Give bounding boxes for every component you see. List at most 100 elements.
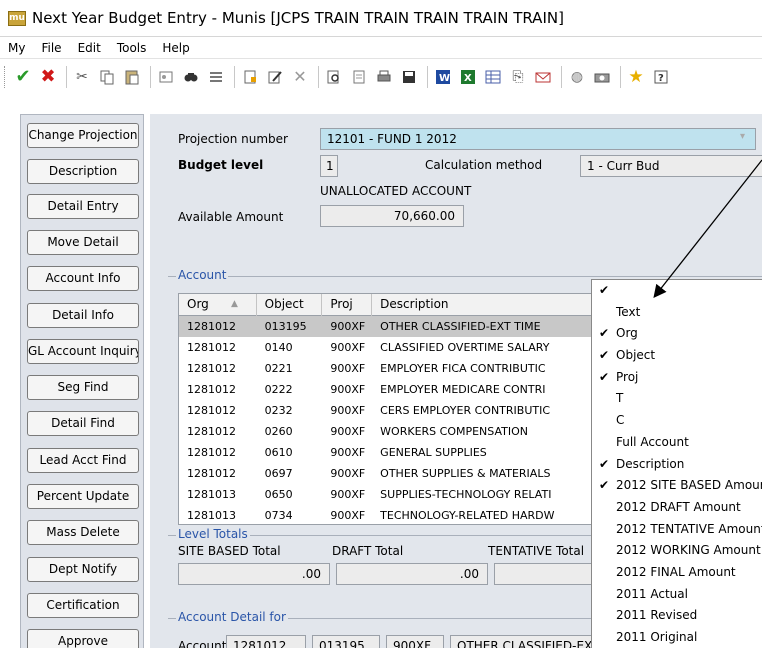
menu-my[interactable]: My	[0, 41, 33, 55]
menu-tools[interactable]: Tools	[109, 41, 155, 55]
calculation-method-select[interactable]: 1 - Curr Bud	[580, 155, 762, 177]
cell-object: 0650	[264, 488, 293, 501]
munis-app-icon: mu	[8, 10, 26, 26]
menu-item-2012-draft-amount[interactable]: 2012 DRAFT Amount	[592, 497, 762, 519]
menu-edit[interactable]: Edit	[70, 41, 109, 55]
account-detail-label: Account	[178, 639, 227, 648]
menu-item-blank[interactable]: ✔	[592, 280, 762, 302]
table-row[interactable]: 1281012 0140 900XF CLASSIFIED OVERTIME S…	[179, 337, 617, 358]
detail-find-button[interactable]: Detail Find	[27, 411, 139, 436]
draft-total-label: DRAFT Total	[332, 544, 404, 558]
projection-number-field[interactable]: 12101 - FUND 1 2012	[320, 128, 756, 150]
tag-icon[interactable]	[155, 66, 177, 88]
menu-item-org[interactable]: ✔ Org	[592, 323, 762, 345]
table-row[interactable]: 1281013 0650 900XF SUPPLIES-TECHNOLOGY R…	[179, 484, 617, 505]
dept-notify-button[interactable]: Dept Notify	[27, 557, 139, 582]
grid-icon[interactable]	[482, 66, 504, 88]
account-info-button[interactable]: Account Info	[27, 266, 139, 291]
save-icon[interactable]	[398, 66, 420, 88]
menu-item-proj[interactable]: ✔ Proj	[592, 367, 762, 389]
table-row[interactable]: 1281012 0697 900XF OTHER SUPPLIES & MATE…	[179, 463, 617, 484]
toolbar-separator	[66, 65, 67, 88]
table-row[interactable]: 1281012 013195 900XF OTHER CLASSIFIED-EX…	[179, 316, 617, 337]
cell-description: EMPLOYER FICA CONTRIBUTIC	[380, 362, 546, 375]
cancel-icon[interactable]: ✖	[37, 66, 59, 88]
available-amount-label: Available Amount	[178, 210, 284, 224]
menu-item-2012-working-amount[interactable]: 2012 WORKING Amount	[592, 540, 762, 562]
table-row[interactable]: 1281012 0232 900XF CERS EMPLOYER CONTRIB…	[179, 400, 617, 421]
menu-item-2012-tentative-amount[interactable]: 2012 TENTATIVE Amount	[592, 519, 762, 541]
cell-object: 0734	[264, 509, 293, 522]
print-icon[interactable]	[373, 66, 395, 88]
menu-item-2011-actual[interactable]: 2011 Actual	[592, 584, 762, 606]
lead-acct-find-button[interactable]: Lead Acct Find	[27, 448, 139, 473]
percent-update-button[interactable]: Percent Update	[27, 484, 139, 509]
attach-icon[interactable]: ⎘	[507, 66, 529, 88]
move-detail-button[interactable]: Move Detail	[27, 230, 139, 255]
add-icon[interactable]	[239, 66, 261, 88]
cell-org: 1281013	[187, 509, 236, 522]
table-row[interactable]: 1281012 0260 900XF WORKERS COMPENSATION	[179, 421, 617, 442]
excel-icon[interactable]: X	[457, 66, 479, 88]
certification-button[interactable]: Certification	[27, 593, 139, 618]
email-icon[interactable]	[532, 66, 554, 88]
column-header-object[interactable]: Object	[257, 294, 323, 316]
paste-icon[interactable]	[121, 66, 143, 88]
menu-item-full-account[interactable]: Full Account	[592, 432, 762, 454]
budget-level-label: Budget level	[178, 158, 264, 172]
print-preview-icon[interactable]	[323, 66, 345, 88]
table-row[interactable]: 1281012 0221 900XF EMPLOYER FICA CONTRIB…	[179, 358, 617, 379]
copy-icon[interactable]	[96, 66, 118, 88]
mass-delete-button[interactable]: Mass Delete	[27, 520, 139, 545]
description-button[interactable]: Description	[27, 159, 139, 184]
table-row[interactable]: 1281012 0610 900XF GENERAL SUPPLIES	[179, 442, 617, 463]
seg-find-button[interactable]: Seg Find	[27, 375, 139, 400]
menu-item-text[interactable]: Text	[592, 302, 762, 324]
cell-description: GENERAL SUPPLIES	[380, 446, 487, 459]
pdf-icon[interactable]	[348, 66, 370, 88]
cell-description: EMPLOYER MEDICARE CONTRI	[380, 383, 546, 396]
camera-icon[interactable]	[591, 66, 613, 88]
help-icon[interactable]: ?	[650, 66, 672, 88]
menu-bar: My File Edit Tools Help	[0, 36, 762, 58]
menu-item-c[interactable]: C	[592, 410, 762, 432]
gl-account-inquiry-button[interactable]: GL Account Inquiry	[27, 339, 139, 364]
column-header-proj[interactable]: Proj	[322, 294, 373, 316]
cell-org: 1281012	[187, 425, 236, 438]
favorite-icon[interactable]: ★	[625, 66, 647, 88]
detail-info-button[interactable]: Detail Info	[27, 303, 139, 328]
menu-item-2012-site-based-amount[interactable]: ✔ 2012 SITE BASED Amount	[592, 475, 762, 497]
chevron-down-icon[interactable]: ▾	[740, 131, 745, 142]
menu-file[interactable]: File	[33, 41, 69, 55]
column-header-description[interactable]: Description	[372, 294, 617, 316]
cell-description: TECHNOLOGY-RELATED HARDW	[380, 509, 555, 522]
cell-object: 0260	[264, 425, 293, 438]
menu-help[interactable]: Help	[154, 41, 197, 55]
accept-icon[interactable]: ✔	[12, 66, 34, 88]
word-icon[interactable]: W	[432, 66, 454, 88]
menu-item-object[interactable]: ✔ Object	[592, 345, 762, 367]
cut-icon[interactable]: ✂	[71, 66, 93, 88]
cell-proj: 900XF	[330, 320, 366, 333]
delete-icon[interactable]: ✕	[289, 66, 311, 88]
browse-icon[interactable]	[205, 66, 227, 88]
globe-icon[interactable]: ◍	[566, 66, 588, 88]
detail-entry-button[interactable]: Detail Entry	[27, 194, 139, 219]
menu-item-2011-original[interactable]: 2011 Original	[592, 627, 762, 648]
menu-item-description[interactable]: ✔ Description	[592, 454, 762, 476]
budget-level-field[interactable]: 1	[320, 155, 338, 177]
account-detail-group-title: Account Detail for	[176, 610, 288, 624]
update-icon[interactable]	[264, 66, 286, 88]
find-icon[interactable]	[180, 66, 202, 88]
menu-item-t[interactable]: T	[592, 388, 762, 410]
approve-button[interactable]: Approve	[27, 629, 139, 648]
column-header-org[interactable]: Org ▲	[179, 294, 257, 316]
table-row[interactable]: 1281012 0222 900XF EMPLOYER MEDICARE CON…	[179, 379, 617, 400]
cell-proj: 900XF	[330, 467, 366, 480]
change-projection-button[interactable]: Change Projection	[27, 123, 139, 148]
toolbar-grip[interactable]	[4, 65, 8, 88]
table-row[interactable]: 1281013 0734 900XF TECHNOLOGY-RELATED HA…	[179, 505, 617, 524]
toolbar-separator	[318, 65, 319, 88]
menu-item-2012-final-amount[interactable]: 2012 FINAL Amount	[592, 562, 762, 584]
menu-item-2011-revised[interactable]: 2011 Revised	[592, 605, 762, 627]
